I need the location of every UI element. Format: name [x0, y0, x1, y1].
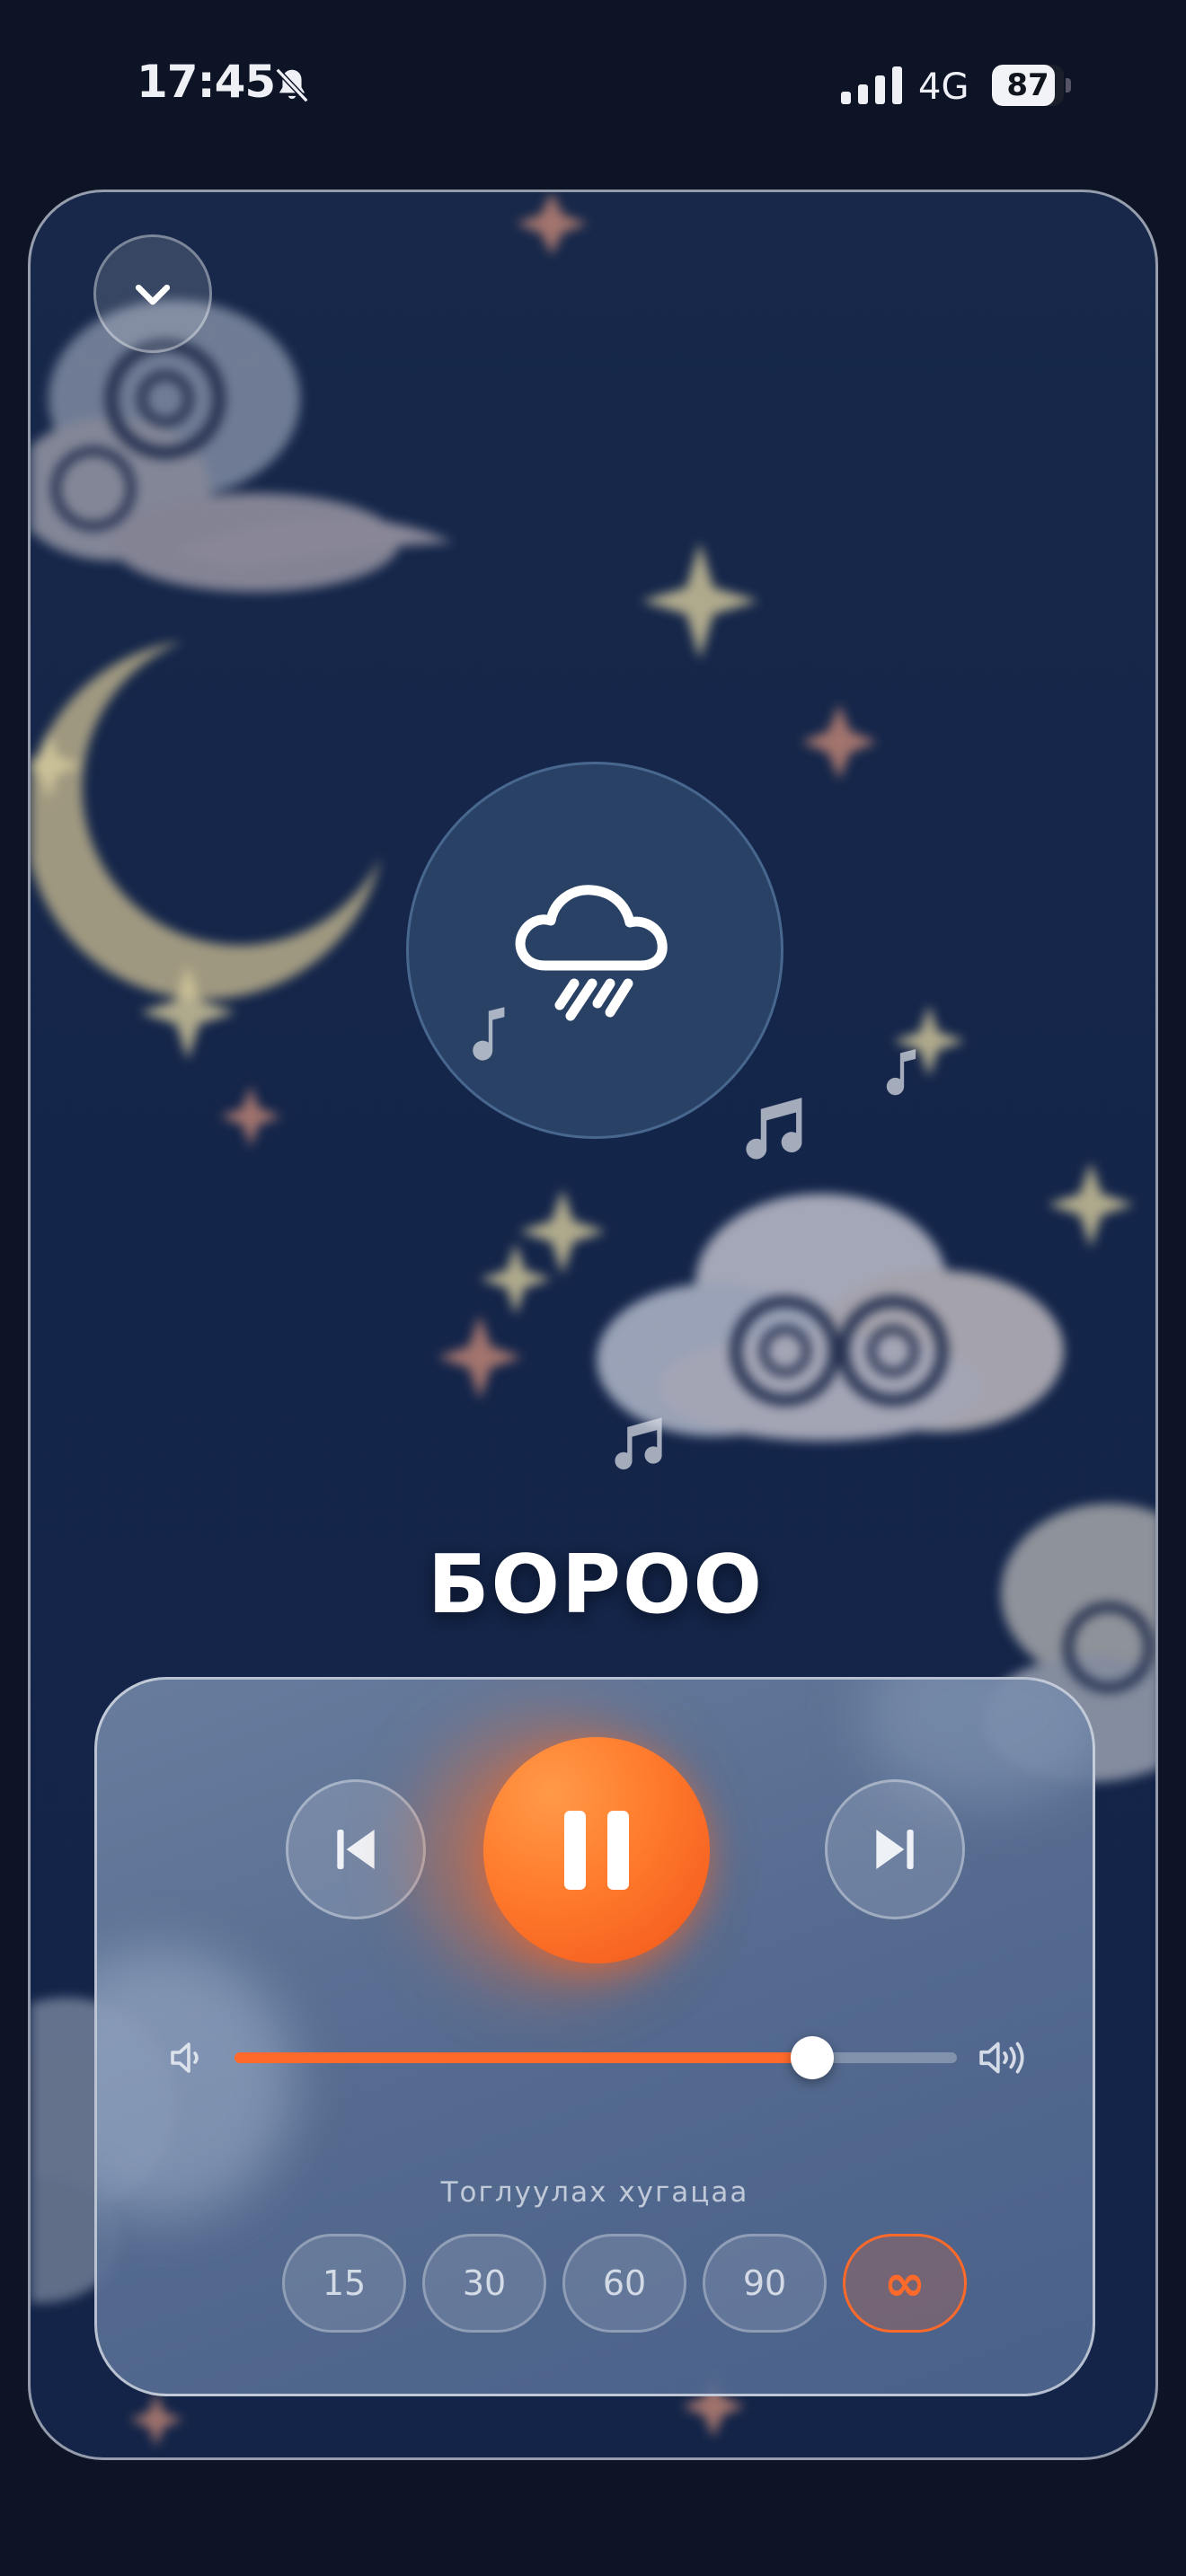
cloud-rain-icon [515, 885, 668, 1021]
battery-cap [1066, 78, 1071, 93]
skip-next-icon [876, 1830, 914, 1869]
music-note-icon [746, 1098, 802, 1160]
music-note-icon [615, 1417, 662, 1469]
sound-icon-circle [406, 762, 783, 1139]
volume-slider[interactable] [235, 2036, 957, 2079]
skip-previous-icon [337, 1830, 375, 1869]
timer-option-infinite[interactable]: ∞ [843, 2234, 967, 2333]
battery-icon: 87 [992, 65, 1071, 106]
bell-slash-icon [275, 67, 309, 103]
volume-fill [235, 2052, 813, 2063]
pause-button[interactable] [483, 1737, 710, 1963]
volume-thumb[interactable] [791, 2036, 835, 2079]
network-label: 4G [918, 66, 969, 108]
volume-low-icon [171, 2042, 199, 2073]
controls-panel: Тоглуулах хугацаа 15 30 60 90 ∞ [94, 1677, 1095, 2396]
timer-option-15[interactable]: 15 [282, 2234, 406, 2333]
next-button[interactable] [825, 1779, 965, 1919]
timer-options: 15 30 60 90 ∞ [97, 2234, 1093, 2334]
player-card: БОРОО Тоглуулах хугацаа 15 30 60 90 ∞ [28, 190, 1158, 2460]
screen: 17:45 4G 87 БОРОО Тоглуулах хугацаа 15 3… [0, 0, 1186, 2576]
cellular-signal-icon [841, 66, 902, 104]
track-title: БОРОО [427, 1538, 765, 1632]
music-note-icon [886, 1049, 916, 1096]
pause-icon [564, 1811, 629, 1890]
volume-high-icon [979, 2042, 1024, 2074]
status-bar: 17:45 4G 87 [0, 0, 1186, 171]
battery-body: 87 [992, 65, 1064, 106]
close-button[interactable] [93, 234, 212, 353]
timer-label: Тоглуулах хугацаа [440, 2176, 749, 2209]
music-note-icon [473, 1007, 505, 1061]
battery-percent: 87 [1006, 67, 1049, 103]
timer-option-90[interactable]: 90 [703, 2234, 827, 2333]
timer-option-30[interactable]: 30 [422, 2234, 546, 2333]
chevron-down-icon [135, 284, 171, 305]
previous-button[interactable] [286, 1779, 426, 1919]
status-time: 17:45 [137, 56, 276, 108]
timer-option-60[interactable]: 60 [562, 2234, 686, 2333]
